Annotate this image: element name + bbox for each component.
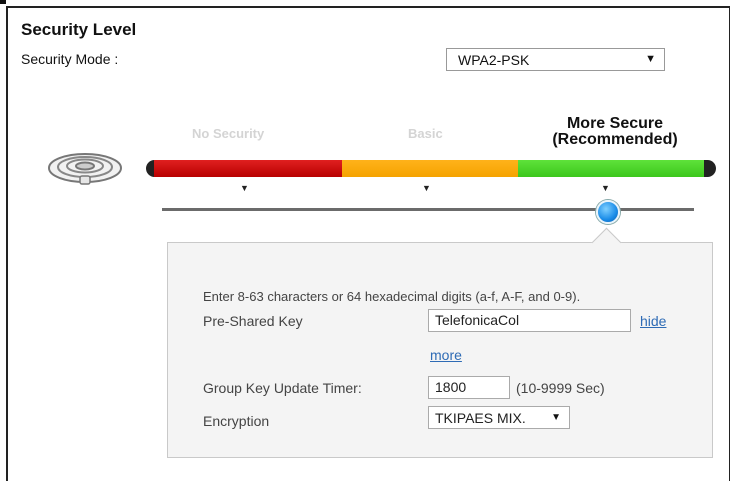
security-mode-value: WPA2-PSK bbox=[458, 52, 530, 68]
psk-label: Pre-Shared Key bbox=[203, 313, 303, 329]
timer-range-note: (10-9999 Sec) bbox=[516, 380, 605, 396]
encryption-value: TKIPAES MIX. bbox=[435, 410, 526, 426]
triangle-down-icon: ▼ bbox=[422, 183, 431, 193]
wifi-router-icon bbox=[48, 153, 122, 185]
bar-segment-no-security bbox=[154, 160, 354, 177]
psk-hint-text: Enter 8-63 characters or 64 hexadecimal … bbox=[203, 289, 581, 304]
encryption-label: Encryption bbox=[203, 413, 270, 429]
bar-cap-right bbox=[704, 160, 716, 177]
triangle-down-icon: ▼ bbox=[601, 183, 610, 193]
hide-link[interactable]: hide bbox=[640, 313, 666, 329]
pre-shared-key-input[interactable]: TelefonicaCol bbox=[428, 309, 631, 332]
bar-segment-more-secure bbox=[518, 160, 708, 177]
chevron-down-icon: ▼ bbox=[551, 412, 561, 423]
level-more-secure[interactable]: More Secure (Recommended) bbox=[540, 116, 690, 148]
bar-segment-basic bbox=[342, 160, 522, 177]
group-key-timer-label: Group Key Update Timer: bbox=[203, 380, 362, 396]
security-mode-select[interactable]: WPA2-PSK ▼ bbox=[446, 48, 665, 71]
triangle-down-icon: ▼ bbox=[240, 183, 249, 193]
level-no-security[interactable]: No Security bbox=[192, 126, 264, 141]
security-mode-label: Security Mode : bbox=[21, 51, 119, 67]
corner-mark bbox=[0, 0, 6, 4]
security-slider-handle[interactable] bbox=[596, 200, 620, 224]
security-level-bar bbox=[146, 160, 716, 177]
level-more-secure-title: More Secure bbox=[566, 115, 664, 132]
chevron-down-icon: ▼ bbox=[645, 53, 656, 65]
group-key-timer-input[interactable]: 1800 bbox=[428, 376, 510, 399]
level-basic[interactable]: Basic bbox=[408, 126, 443, 141]
encryption-select[interactable]: TKIPAES MIX. ▼ bbox=[428, 406, 570, 429]
section-title: Security Level bbox=[21, 20, 137, 39]
more-link[interactable]: more bbox=[430, 347, 462, 363]
level-more-secure-note: (Recommended) bbox=[552, 131, 678, 148]
